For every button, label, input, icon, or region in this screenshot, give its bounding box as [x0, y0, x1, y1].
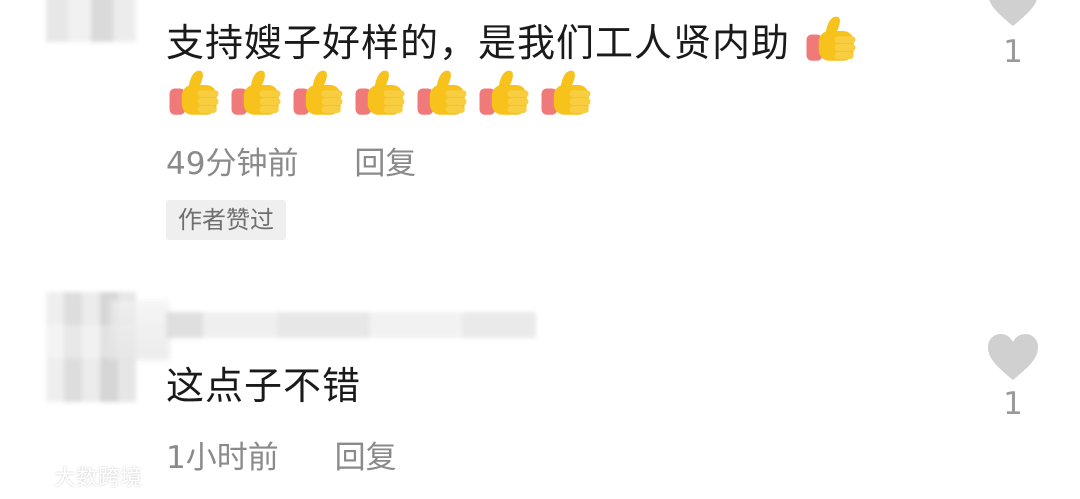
heart-icon[interactable]: [986, 332, 1040, 382]
comment-text: 支持嫂子好样的，是我们工人贤内助: [166, 10, 859, 71]
watermark-logo-icon: [8, 466, 44, 486]
comment-time: 1小时前: [166, 440, 279, 476]
avatar[interactable]: [46, 0, 136, 42]
thumbs-up-icon: [479, 70, 529, 115]
thumbs-up-icon: [541, 70, 591, 115]
like-count: 1: [1003, 34, 1023, 70]
like-count: 1: [1003, 386, 1023, 422]
comment-meta: 49分钟前 回复: [166, 138, 416, 183]
emoji-row: [166, 64, 594, 120]
comment-meta: 1小时前 回复: [166, 432, 397, 477]
avatar-blur: [110, 300, 170, 360]
thumbs-up-icon: [417, 70, 467, 115]
watermark-text: 大数跨境: [54, 466, 143, 491]
reply-button[interactable]: 回复: [354, 146, 416, 182]
comment-text-content: 支持嫂子好样的，是我们工人贤内助: [166, 21, 791, 65]
thumbs-up-icon: [806, 16, 856, 61]
thumbs-up-icon: [355, 70, 405, 115]
thumbs-up-icon: [169, 70, 219, 115]
thumbs-up-icon: [293, 70, 343, 115]
reply-button[interactable]: 回复: [335, 440, 397, 476]
author-liked-badge: 作者赞过: [166, 200, 286, 240]
comment-text: 这点子不错: [166, 364, 362, 408]
username-blurred[interactable]: [166, 312, 536, 338]
watermark: 大数跨境: [8, 460, 142, 492]
heart-icon[interactable]: [986, 0, 1040, 28]
thumbs-up-icon: [231, 70, 281, 115]
comment-time: 49分钟前: [166, 146, 299, 182]
